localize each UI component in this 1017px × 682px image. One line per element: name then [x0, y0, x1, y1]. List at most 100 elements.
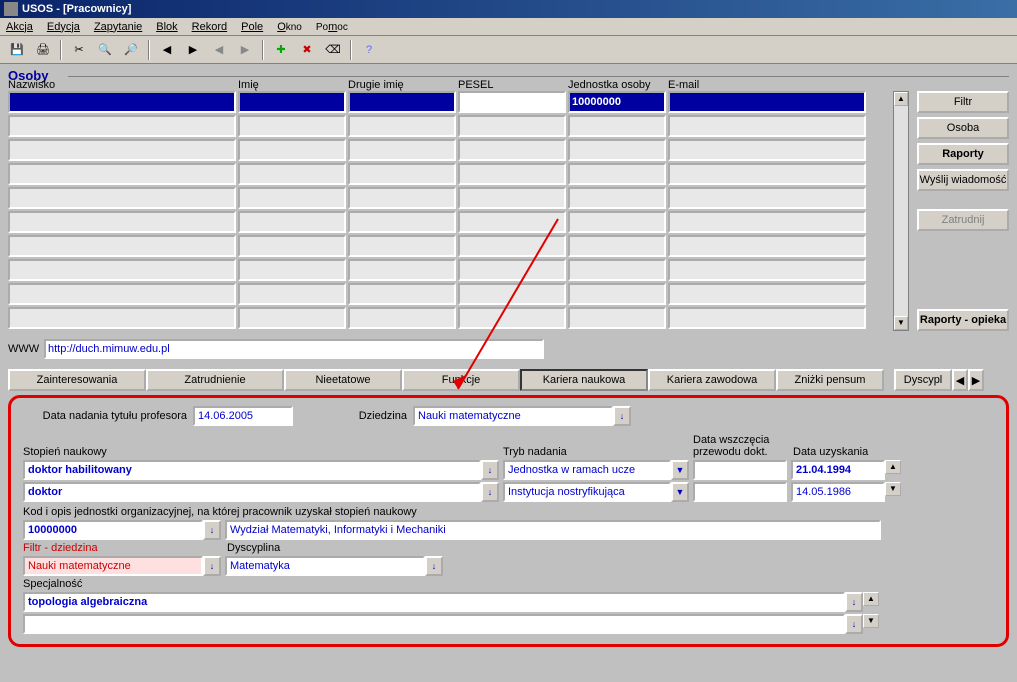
wszcz1-input[interactable] [693, 460, 787, 480]
clear-icon[interactable]: ⌫ [322, 39, 344, 61]
table-row[interactable]: 10000000 [8, 91, 893, 113]
delete-icon[interactable]: ✖ [296, 39, 318, 61]
help-icon[interactable]: ? [358, 39, 380, 61]
osoba-button[interactable]: Osoba [917, 117, 1009, 139]
copy-icon[interactable]: 🔍 [94, 39, 116, 61]
tab-prev-icon[interactable]: ◀ [952, 369, 968, 391]
spec1-input[interactable]: topologia algebraiczna [23, 592, 845, 612]
dziedzina-label: Dziedzina [293, 410, 413, 422]
table-row[interactable] [8, 139, 893, 161]
tab-zainteresowania[interactable]: Zainteresowania [8, 369, 146, 391]
table-row[interactable] [8, 259, 893, 281]
www-label: WWW [8, 343, 44, 355]
table-row[interactable] [8, 211, 893, 233]
table-row[interactable] [8, 187, 893, 209]
menu-blok[interactable]: Blok [156, 21, 177, 33]
dziedzina-input[interactable]: Nauki matematyczne [413, 406, 613, 426]
uzysk2-input[interactable]: 14.05.1986 [791, 482, 885, 502]
cut-icon[interactable]: ✂ [68, 39, 90, 61]
tab-next-icon[interactable]: ▶ [968, 369, 984, 391]
cell-drugie[interactable] [348, 91, 456, 113]
tab-kariera-zawodowa[interactable]: Kariera zawodowa [648, 369, 776, 391]
menu-akcja[interactable]: Akcja [6, 21, 33, 33]
table-row[interactable] [8, 115, 893, 137]
dziedzina-dropdown-icon[interactable]: ↓ [613, 406, 631, 426]
menu-rekord[interactable]: Rekord [192, 21, 227, 33]
stopien2-input[interactable]: doktor [23, 482, 481, 502]
cell-pesel[interactable] [458, 91, 566, 113]
window-title: USOS - [Pracownicy] [22, 3, 131, 15]
paste-icon[interactable]: 🔎 [120, 39, 142, 61]
tab-funkcje[interactable]: Funkcje [402, 369, 520, 391]
add-icon[interactable]: ✚ [270, 39, 292, 61]
last-icon[interactable]: ▶ [234, 39, 256, 61]
scroll-down-icon[interactable]: ▼ [894, 316, 908, 330]
uzysk1-input[interactable]: 21.04.1994 [791, 460, 885, 480]
header-nazwisko: Nazwisko [8, 79, 238, 91]
tryb2-input[interactable]: Instytucja nostryfikująca [503, 482, 671, 502]
menu-pomoc[interactable]: Pomoc [316, 21, 348, 33]
tryb2-dropdown-icon[interactable]: ▼ [671, 482, 689, 502]
stopien1-dropdown-icon[interactable]: ↓ [481, 460, 499, 480]
table-row[interactable] [8, 235, 893, 257]
www-input[interactable]: http://duch.mimuw.edu.pl [44, 339, 544, 359]
scroll-up-icon[interactable]: ▲ [885, 460, 901, 474]
header-drugie: Drugie imię [348, 79, 458, 91]
stopien2-dropdown-icon[interactable]: ↓ [481, 482, 499, 502]
tab-znizki[interactable]: Zniżki pensum [776, 369, 884, 391]
cell-nazwisko[interactable] [8, 91, 236, 113]
dysc-label: Dyscyplina [227, 542, 280, 554]
prof-date-input[interactable]: 14.06.2005 [193, 406, 293, 426]
tab-nieetatowe[interactable]: Nieetatowe [284, 369, 402, 391]
filtr-dropdown-icon[interactable]: ↓ [203, 556, 221, 576]
scroll-up-icon[interactable]: ▲ [863, 592, 879, 606]
scroll-down-icon[interactable]: ▼ [863, 614, 879, 628]
next-icon[interactable]: ◀ [208, 39, 230, 61]
spec2-input[interactable] [23, 614, 845, 634]
kod-input[interactable]: 10000000 [23, 520, 203, 540]
print-icon[interactable]: 🖨 [32, 39, 54, 61]
header-pesel: PESEL [458, 79, 568, 91]
menu-edycja[interactable]: Edycja [47, 21, 80, 33]
filtr-input[interactable]: Nauki matematyczne [23, 556, 203, 576]
first-icon[interactable]: ◀ [156, 39, 178, 61]
kod-opis-input[interactable]: Wydział Matematyki, Informatyki i Mechan… [225, 520, 881, 540]
dysc-dropdown-icon[interactable]: ↓ [425, 556, 443, 576]
wszcz2-input[interactable] [693, 482, 787, 502]
table-row[interactable] [8, 283, 893, 305]
tab-zatrudnienie[interactable]: Zatrudnienie [146, 369, 284, 391]
filtr-button[interactable]: Filtr [917, 91, 1009, 113]
tab-dyscypl[interactable]: Dyscypl [894, 369, 952, 391]
cell-imie[interactable] [238, 91, 346, 113]
menu-zapytanie[interactable]: Zapytanie [94, 21, 142, 33]
raporty-opieka-button[interactable]: Raporty - opieka [917, 309, 1009, 331]
wszcz-label: Data wszczęcia przewodu dokt. [693, 434, 793, 458]
spec2-dropdown-icon[interactable]: ↓ [845, 614, 863, 634]
save-icon[interactable]: 💾 [6, 39, 28, 61]
cell-jednostka[interactable]: 10000000 [568, 91, 666, 113]
dysc-input[interactable]: Matematyka [225, 556, 425, 576]
grid-headers: Nazwisko Imię Drugie imię PESEL Jednostk… [8, 79, 1009, 91]
tab-kariera-naukowa[interactable]: Kariera naukowa [520, 369, 648, 391]
wyslij-button[interactable]: Wyślij wiadomość [917, 169, 1009, 191]
scroll-down-icon[interactable]: ▼ [885, 482, 901, 496]
kod-dropdown-icon[interactable]: ↓ [203, 520, 221, 540]
title-bar: USOS - [Pracownicy] [0, 0, 1017, 18]
table-row[interactable] [8, 307, 893, 329]
tryb1-input[interactable]: Jednostka w ramach ucze [503, 460, 671, 480]
zatrudnij-button[interactable]: Zatrudnij [917, 209, 1009, 231]
scroll-up-icon[interactable]: ▲ [894, 92, 908, 106]
table-row[interactable] [8, 163, 893, 185]
raporty-button[interactable]: Raporty [917, 143, 1009, 165]
menu-okno[interactable]: Okno [277, 21, 302, 33]
cell-email[interactable] [668, 91, 866, 113]
spec1-dropdown-icon[interactable]: ↓ [845, 592, 863, 612]
menu-pole[interactable]: Pole [241, 21, 263, 33]
uzysk-label: Data uzyskania [793, 446, 893, 458]
grid[interactable]: 10000000 [8, 91, 893, 331]
app-icon [4, 2, 18, 16]
stopien1-input[interactable]: doktor habilitowany [23, 460, 481, 480]
tryb1-dropdown-icon[interactable]: ▼ [671, 460, 689, 480]
scrollbar[interactable]: ▲ ▼ [893, 91, 909, 331]
prev-icon[interactable]: ▶ [182, 39, 204, 61]
